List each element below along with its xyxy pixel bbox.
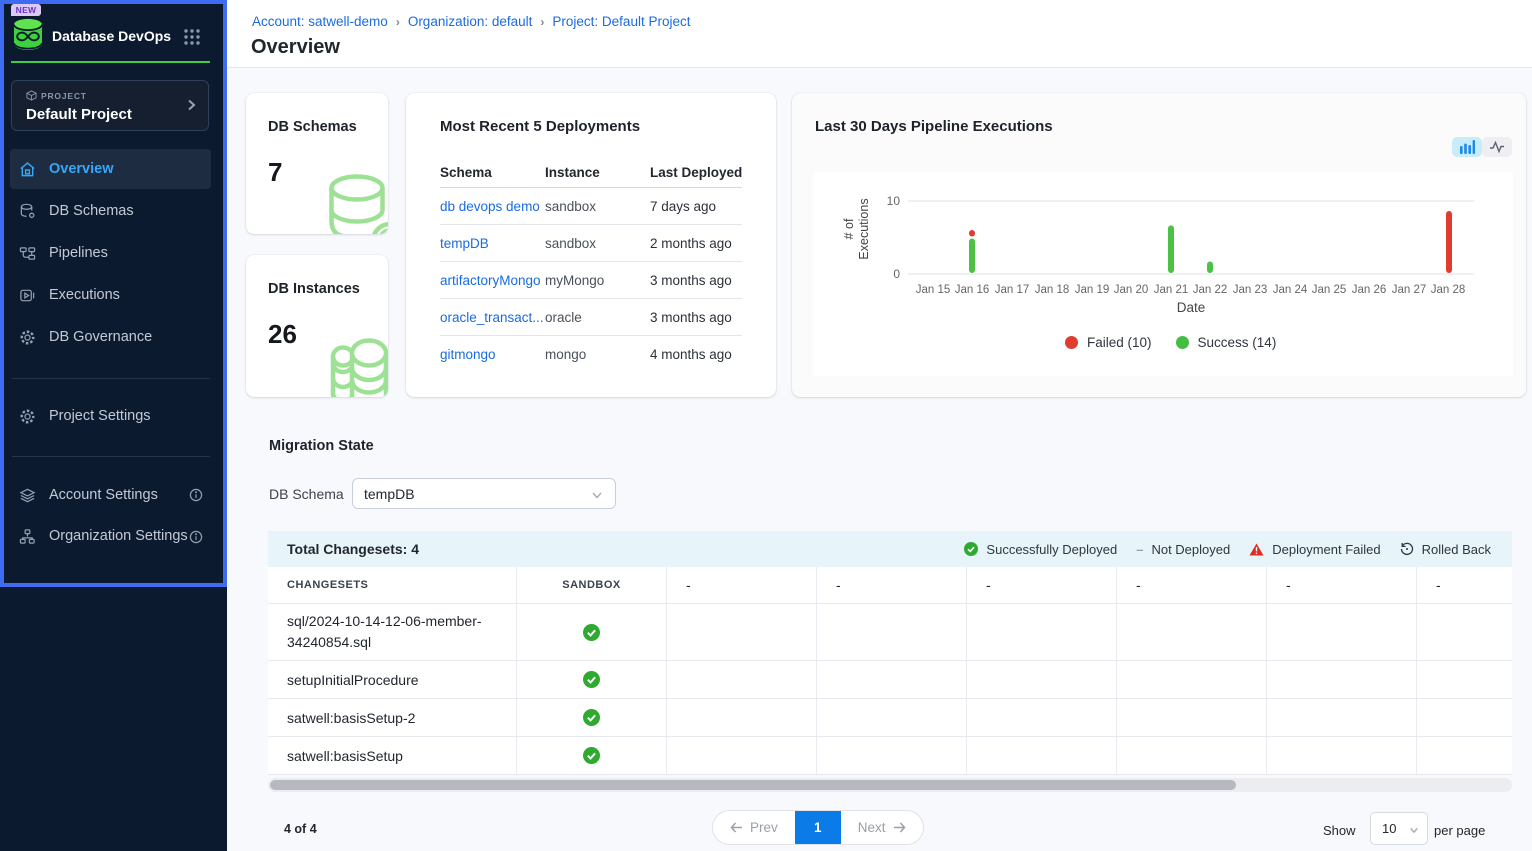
svg-text:Jan 19: Jan 19 bbox=[1075, 284, 1110, 296]
svg-text:Jan 18: Jan 18 bbox=[1035, 284, 1070, 296]
svg-text:Jan 26: Jan 26 bbox=[1352, 284, 1387, 296]
svg-text:Jan 24: Jan 24 bbox=[1273, 284, 1308, 296]
svg-text:Jan 17: Jan 17 bbox=[995, 284, 1030, 296]
svg-text:10: 10 bbox=[887, 194, 901, 208]
svg-text:Jan 21: Jan 21 bbox=[1154, 284, 1189, 296]
svg-text:Jan 16: Jan 16 bbox=[955, 284, 990, 296]
svg-text:Jan 15: Jan 15 bbox=[916, 284, 951, 296]
svg-text:Jan 20: Jan 20 bbox=[1114, 284, 1149, 296]
svg-text:Executions: Executions bbox=[857, 198, 871, 259]
svg-text:Jan 22: Jan 22 bbox=[1193, 284, 1228, 296]
svg-text:Jan 25: Jan 25 bbox=[1312, 284, 1347, 296]
svg-text:Jan 28: Jan 28 bbox=[1431, 284, 1466, 296]
svg-text:Jan 27: Jan 27 bbox=[1392, 284, 1427, 296]
svg-text:Date: Date bbox=[1177, 300, 1206, 315]
svg-text:Jan 23: Jan 23 bbox=[1233, 284, 1268, 296]
svg-text:0: 0 bbox=[893, 267, 900, 281]
svg-text:# of: # of bbox=[842, 218, 856, 239]
